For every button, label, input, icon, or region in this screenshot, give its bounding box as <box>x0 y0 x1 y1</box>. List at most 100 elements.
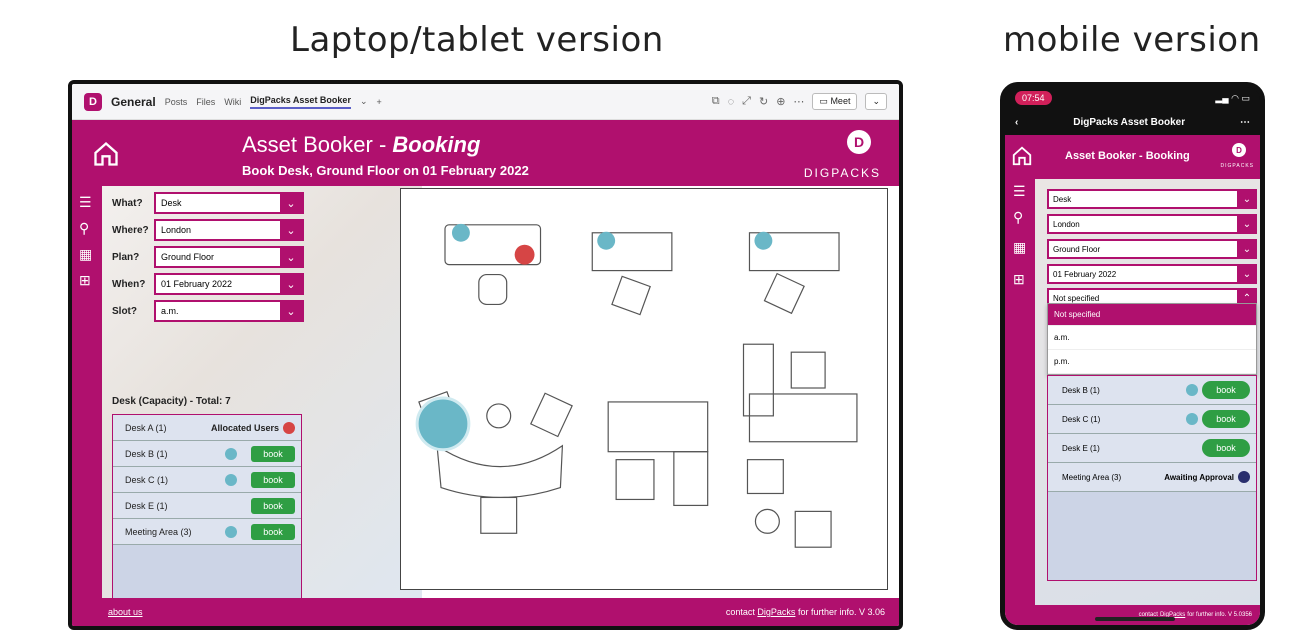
comment-icon[interactable]: ◌ <box>728 96 735 108</box>
menu-icon[interactable]: ☰ <box>1013 183 1026 200</box>
desk-e[interactable] <box>742 343 774 417</box>
desk-e-long[interactable] <box>748 393 858 443</box>
awaiting-approval-label: Awaiting Approval <box>1164 472 1234 482</box>
thumbs-up-icon <box>1186 413 1198 425</box>
thumbs-up-icon[interactable] <box>451 223 470 242</box>
search-icon[interactable]: ⚲ <box>79 220 89 237</box>
chair <box>746 459 784 495</box>
search-icon[interactable]: ⚲ <box>1013 209 1023 226</box>
chair <box>790 351 826 389</box>
book-button[interactable]: book <box>251 445 295 462</box>
user-icon[interactable] <box>1238 471 1250 483</box>
where-select[interactable]: London ⌄ <box>1047 214 1257 234</box>
more-icon[interactable]: ⋯ <box>793 95 804 108</box>
filter-plan: Plan? Ground Floor ⌄ <box>112 246 304 268</box>
book-button[interactable]: book <box>251 471 295 488</box>
list-item: Desk B (1) book <box>113 441 301 467</box>
plan-value: Ground Floor <box>1053 244 1101 254</box>
book-button[interactable]: book <box>1202 410 1250 428</box>
allocated-user-icon[interactable] <box>514 244 535 265</box>
menu-icon[interactable]: ☰ <box>79 194 92 211</box>
chair <box>794 510 832 548</box>
phone-frame: 07:54 ▂▄ ◠ ▭ ‹ DigPacks Asset Booker ⋯ A… <box>1000 82 1265 630</box>
slot-option-not-specified[interactable]: Not specified <box>1048 304 1256 326</box>
tab-posts[interactable]: Posts <box>165 97 188 107</box>
list-item: Desk C (1) book <box>1048 405 1256 434</box>
floor-plan <box>400 188 888 590</box>
digpacks-logo-icon: D <box>1232 143 1246 157</box>
slot-option-am[interactable]: a.m. <box>1048 326 1256 350</box>
chevron-down-icon[interactable]: ⌄ <box>360 96 368 107</box>
meet-dropdown-button[interactable]: ⌄ <box>865 93 887 110</box>
what-value: Desk <box>161 198 182 208</box>
phone-nav-title: DigPacks Asset Booker <box>1073 116 1186 128</box>
slot-select[interactable]: a.m. ⌄ <box>154 300 304 322</box>
add-tab-icon[interactable]: + <box>377 97 382 107</box>
slot-dropdown: Not specified a.m. p.m. <box>1047 303 1257 375</box>
digpacks-link[interactable]: DigPacks <box>757 607 795 617</box>
side-table <box>673 451 709 507</box>
contact-post: for further info. V 3.06 <box>795 607 885 617</box>
book-button[interactable]: book <box>1202 381 1250 399</box>
home-icon[interactable] <box>1011 145 1033 167</box>
chevron-down-icon: ⌄ <box>280 300 302 322</box>
presentation-icon[interactable]: ⊞ <box>1013 271 1025 288</box>
plan-select[interactable]: Ground Floor ⌄ <box>154 246 304 268</box>
expand-icon[interactable]: ⤢ <box>742 95 751 108</box>
when-select[interactable]: 01 February 2022 ⌄ <box>154 273 304 295</box>
refresh-icon[interactable]: ↻ <box>759 95 768 108</box>
meet-button[interactable]: ▭ Meet <box>812 93 858 110</box>
contact-text: contact DigPacks for further info. V 3.0… <box>726 607 885 617</box>
desk-name: Meeting Area (3) <box>125 526 192 537</box>
about-us-link[interactable]: about us <box>108 607 143 617</box>
home-indicator[interactable] <box>1095 617 1175 621</box>
globe-icon[interactable]: ⊕ <box>776 95 785 108</box>
laptop-heading: Laptop/tablet version <box>290 20 664 60</box>
what-select[interactable]: Desk ⌄ <box>1047 189 1257 209</box>
chevron-down-icon: ⌄ <box>280 219 302 241</box>
chair <box>478 273 508 306</box>
contact-post: for further info. V 5.0356 <box>1187 612 1252 618</box>
book-button[interactable]: book <box>251 497 295 514</box>
tab-files[interactable]: Files <box>196 97 215 107</box>
chevron-down-icon: ⌄ <box>1237 214 1257 234</box>
home-icon[interactable] <box>92 140 120 168</box>
desk-name: Desk C (1) <box>125 474 169 485</box>
booking-controls: What? Desk ⌄ Where? London ⌄ Plan? Ground … <box>102 186 422 626</box>
chair <box>615 459 655 501</box>
meeting-table[interactable] <box>607 401 709 453</box>
thumbs-up-icon <box>225 473 237 486</box>
list-item[interactable]: Desk A (1) Allocated Users <box>113 415 301 441</box>
allocated-users-icon[interactable] <box>283 421 295 434</box>
when-select[interactable]: 01 February 2022 ⌄ <box>1047 264 1257 284</box>
app-subtitle: Book Desk, Ground Floor on 01 February 2… <box>242 163 529 178</box>
phone-app: Asset Booker - Booking D DIGPACKS ☰ ⚲ ▦ … <box>1005 135 1260 625</box>
app-header: Asset Booker - Booking Book Desk, Ground… <box>72 120 899 186</box>
plan-select[interactable]: Ground Floor ⌄ <box>1047 239 1257 259</box>
signal-wifi-battery-icon: ▂▄ ◠ ▭ <box>1215 92 1250 103</box>
more-icon[interactable]: ⋯ <box>1240 117 1250 128</box>
calendar-icon[interactable]: ▦ <box>79 246 92 263</box>
tab-asset-booker[interactable]: DigPacks Asset Booker <box>250 95 351 109</box>
thumbs-up-icon[interactable] <box>415 396 471 452</box>
thumbs-up-icon[interactable] <box>597 231 616 250</box>
slot-option-pm[interactable]: p.m. <box>1048 350 1256 374</box>
status-time: 07:54 <box>1015 91 1052 105</box>
calendar-icon[interactable]: ▦ <box>1013 239 1026 256</box>
list-item: Meeting Area (3) Awaiting Approval <box>1048 463 1256 492</box>
presentation-icon[interactable]: ⊞ <box>79 272 91 289</box>
chat-icon[interactable]: ⧉ <box>712 95 720 108</box>
book-button[interactable]: book <box>1202 439 1250 457</box>
where-select[interactable]: London ⌄ <box>154 219 304 241</box>
where-value: London <box>161 225 192 235</box>
thumbs-up-icon <box>225 525 237 538</box>
desk-name: Desk E (1) <box>125 500 168 511</box>
digpacks-logo-icon: D <box>847 130 871 154</box>
what-select[interactable]: Desk ⌄ <box>154 192 304 214</box>
thumbs-up-icon[interactable] <box>754 231 773 250</box>
tab-wiki[interactable]: Wiki <box>224 97 241 107</box>
book-button[interactable]: book <box>251 523 295 540</box>
plan-value: Ground Floor <box>161 252 215 262</box>
chevron-down-icon: ⌄ <box>280 273 302 295</box>
chair <box>480 496 518 534</box>
